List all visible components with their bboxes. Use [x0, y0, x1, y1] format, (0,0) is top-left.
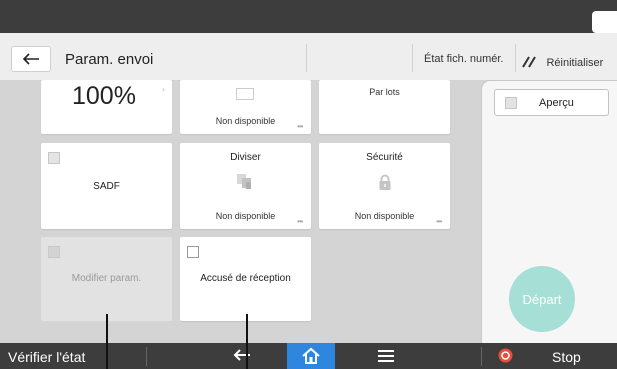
sadf-tile[interactable]: SADF [41, 143, 172, 229]
sadf-label: SADF [93, 181, 120, 192]
batch-tile[interactable]: Par lots [319, 80, 450, 134]
preview-button[interactable]: Aperçu [494, 89, 609, 116]
more-icon: ••• [436, 217, 442, 226]
modify-params-tile: Modifier param. [41, 237, 172, 321]
menu-icon[interactable] [377, 349, 395, 363]
file-status-button[interactable]: État fich. numér. [424, 53, 503, 65]
read-receipt-checkbox[interactable] [187, 246, 199, 258]
scale-tile[interactable]: 100% › [41, 80, 172, 134]
status-bar [0, 0, 617, 33]
tile-status: Non disponible [215, 116, 276, 126]
stop-button[interactable]: Stop [552, 349, 581, 365]
check-status-button[interactable]: Vérifier l'état [8, 349, 85, 365]
callout-line [246, 314, 248, 369]
divide-tile[interactable]: Diviser Non disponible ••• [180, 143, 311, 229]
header-divider [306, 44, 307, 72]
security-status: Non disponible [354, 211, 415, 221]
document-icon [236, 88, 254, 100]
read-receipt-label: Accusé de réception [200, 273, 291, 284]
header-divider [515, 44, 516, 72]
moon-icon [600, 16, 607, 28]
back-arrow-icon[interactable] [232, 348, 252, 362]
page-title: Param. envoi [65, 51, 154, 68]
unavailable-tile[interactable]: Non disponible ••• [180, 80, 311, 134]
chevron-right-icon: › [162, 84, 165, 94]
callout-line [106, 314, 108, 369]
bottom-divider [146, 347, 147, 366]
back-button[interactable] [11, 46, 51, 72]
divide-label: Diviser [230, 152, 261, 163]
scale-value: 100% [72, 82, 136, 110]
modify-params-label: Modifier param. [71, 273, 142, 284]
more-icon: ••• [297, 122, 303, 131]
bottom-divider [481, 347, 482, 366]
back-arrow-icon [22, 53, 39, 65]
preview-label: Aperçu [539, 97, 574, 109]
home-button[interactable] [287, 343, 335, 369]
reset-label: Réinitialiser [546, 57, 604, 69]
stop-icon [498, 348, 513, 363]
modify-params-checkbox [48, 246, 60, 258]
reset-button[interactable]: Réinitialiser [522, 53, 603, 71]
home-icon [302, 347, 320, 364]
batch-label: Par lots [369, 87, 400, 97]
divide-status: Non disponible [215, 211, 276, 221]
edit-icon [522, 56, 536, 68]
sadf-checkbox[interactable] [48, 152, 60, 164]
security-tile[interactable]: Sécurité Non disponible ••• [319, 143, 450, 229]
start-button[interactable]: Départ [509, 266, 575, 332]
preview-checkbox[interactable] [505, 97, 517, 109]
divide-icon [237, 174, 251, 189]
more-icon: ••• [297, 217, 303, 226]
header-divider [412, 44, 413, 72]
night-mode-button[interactable] [592, 11, 617, 33]
lock-icon [379, 174, 391, 190]
security-label: Sécurité [366, 152, 403, 163]
read-receipt-tile[interactable]: Accusé de réception [180, 237, 311, 321]
